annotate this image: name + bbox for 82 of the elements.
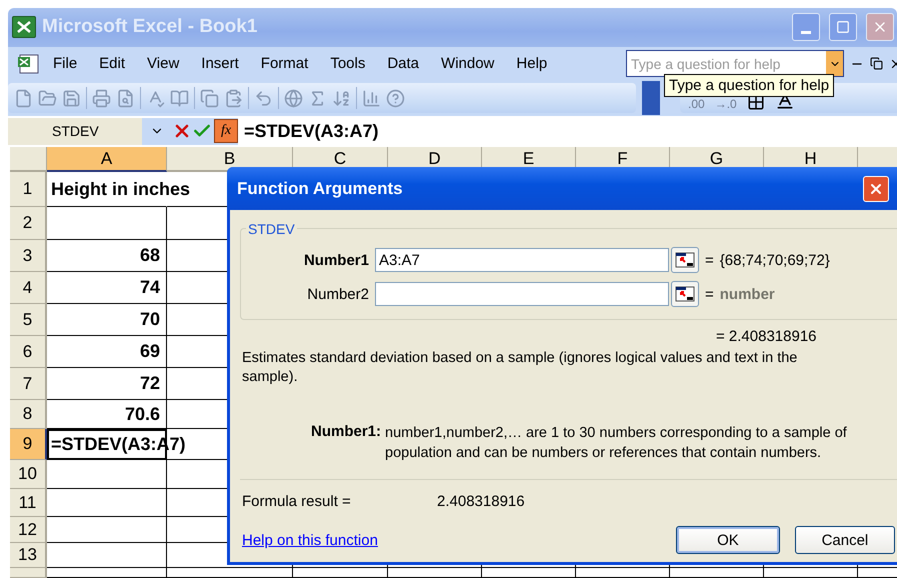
argument-help-text: number1,number2,… are 1 to 30 numbers corresponding to a sample of population and can be numbers or references that contain numbers. xyxy=(385,424,847,463)
row-header[interactable]: 10 xyxy=(10,460,47,489)
menu-item[interactable]: Data xyxy=(376,55,430,72)
collapse-dialog-icon xyxy=(675,252,695,268)
equals-sign: = xyxy=(705,286,714,302)
help-icon[interactable] xyxy=(386,88,405,108)
function-description: Estimates standard deviation based on a sample (ignores logical values and text in the sample). xyxy=(242,349,798,387)
cancel-button[interactable]: Cancel xyxy=(794,526,895,554)
maximize-icon xyxy=(836,20,850,34)
row-header[interactable]: 13 xyxy=(10,543,47,568)
row-header[interactable]: 8 xyxy=(10,400,47,429)
tooltip: Type a question for help xyxy=(664,74,834,97)
globe-icon[interactable] xyxy=(284,88,303,108)
menu-item[interactable]: Help xyxy=(505,55,558,72)
row-header[interactable]: 6 xyxy=(10,336,47,368)
cell-text: 69 xyxy=(140,341,160,362)
maximize-button[interactable] xyxy=(829,13,857,42)
column-header[interactable]: B xyxy=(167,147,293,172)
argument-label: Number2 xyxy=(306,286,370,302)
argument-field[interactable]: A3:A7 xyxy=(375,248,669,272)
help-search-field[interactable]: Type a question for help xyxy=(626,50,844,78)
menu-item[interactable]: Insert xyxy=(190,55,250,72)
cell-text: 68 xyxy=(140,245,160,266)
formula-result-value: 2.408318916 xyxy=(437,493,525,510)
menu-item[interactable]: Format xyxy=(250,55,320,72)
help-link[interactable]: Help on this function xyxy=(242,532,378,548)
new-document-icon[interactable] xyxy=(14,88,33,108)
function-value: = 2.408318916 xyxy=(716,328,818,345)
menu-item[interactable]: Window xyxy=(430,55,506,72)
collapse-dialog-button[interactable] xyxy=(671,281,699,307)
name-box[interactable]: STDEV xyxy=(8,118,142,145)
menu-item[interactable]: Tools xyxy=(319,55,376,72)
collapse-dialog-button[interactable] xyxy=(671,247,699,273)
bar-chart-icon[interactable] xyxy=(362,88,381,108)
formula-result-label: Formula result = xyxy=(242,493,352,510)
app-icon xyxy=(12,16,36,38)
row-header[interactable]: 11 xyxy=(10,489,47,517)
row-header[interactable]: 4 xyxy=(10,272,47,304)
collapse-dialog-icon xyxy=(675,286,695,302)
row-header[interactable]: 12 xyxy=(10,517,47,543)
argument-label: Number1 xyxy=(302,252,370,268)
book-icon[interactable] xyxy=(170,88,189,108)
select-all-button[interactable] xyxy=(10,147,47,172)
cell-text: 70 xyxy=(140,309,160,330)
restore-workbook-icon[interactable] xyxy=(870,57,883,70)
cell-text: Height in inches xyxy=(51,178,190,200)
dialog-title: Function Arguments xyxy=(237,178,404,198)
argument-hint: number xyxy=(720,286,775,302)
window-title: Microsoft Excel - Book1 xyxy=(42,16,258,38)
open-folder-icon[interactable] xyxy=(38,88,57,108)
insert-function-button[interactable]: fx xyxy=(214,119,238,144)
row-header[interactable]: 5 xyxy=(10,304,47,336)
menu-item[interactable]: File xyxy=(42,55,88,72)
menu-item[interactable]: Edit xyxy=(88,55,136,72)
sort-icon[interactable] xyxy=(332,88,351,108)
argument-help-label: Number1: xyxy=(310,423,382,442)
close-button[interactable] xyxy=(866,13,894,42)
row-header[interactable]: 3 xyxy=(10,240,47,272)
row-header[interactable]: 1 xyxy=(10,172,47,207)
paste-icon[interactable] xyxy=(224,88,243,108)
cell-text: 74 xyxy=(140,277,160,298)
argument-field[interactable] xyxy=(375,282,669,306)
function-name: STDEV xyxy=(246,221,297,237)
undo-icon[interactable] xyxy=(254,88,273,108)
printer-icon[interactable] xyxy=(92,88,111,108)
row-header[interactable]: 2 xyxy=(10,207,47,240)
row-header[interactable]: 7 xyxy=(10,368,47,400)
ok-button[interactable]: OK xyxy=(676,526,780,554)
argument-value: {68;74;70;69;72} xyxy=(720,252,830,268)
column-header[interactable]: A xyxy=(47,147,167,172)
cell-text: 72 xyxy=(140,373,160,394)
minimize-button[interactable] xyxy=(792,13,820,42)
print-preview-icon[interactable] xyxy=(116,88,135,108)
copy-icon[interactable] xyxy=(200,88,219,108)
cell-text: 70.6 xyxy=(124,404,160,424)
row-header[interactable] xyxy=(10,568,47,578)
row-header[interactable]: 9 xyxy=(10,429,47,460)
save-icon[interactable] xyxy=(62,88,81,108)
equals-sign: = xyxy=(705,252,714,268)
formula-field[interactable]: =STDEV(A3:A7) xyxy=(238,118,897,145)
minimize-icon xyxy=(801,30,811,34)
menu-item[interactable]: View xyxy=(136,55,190,72)
